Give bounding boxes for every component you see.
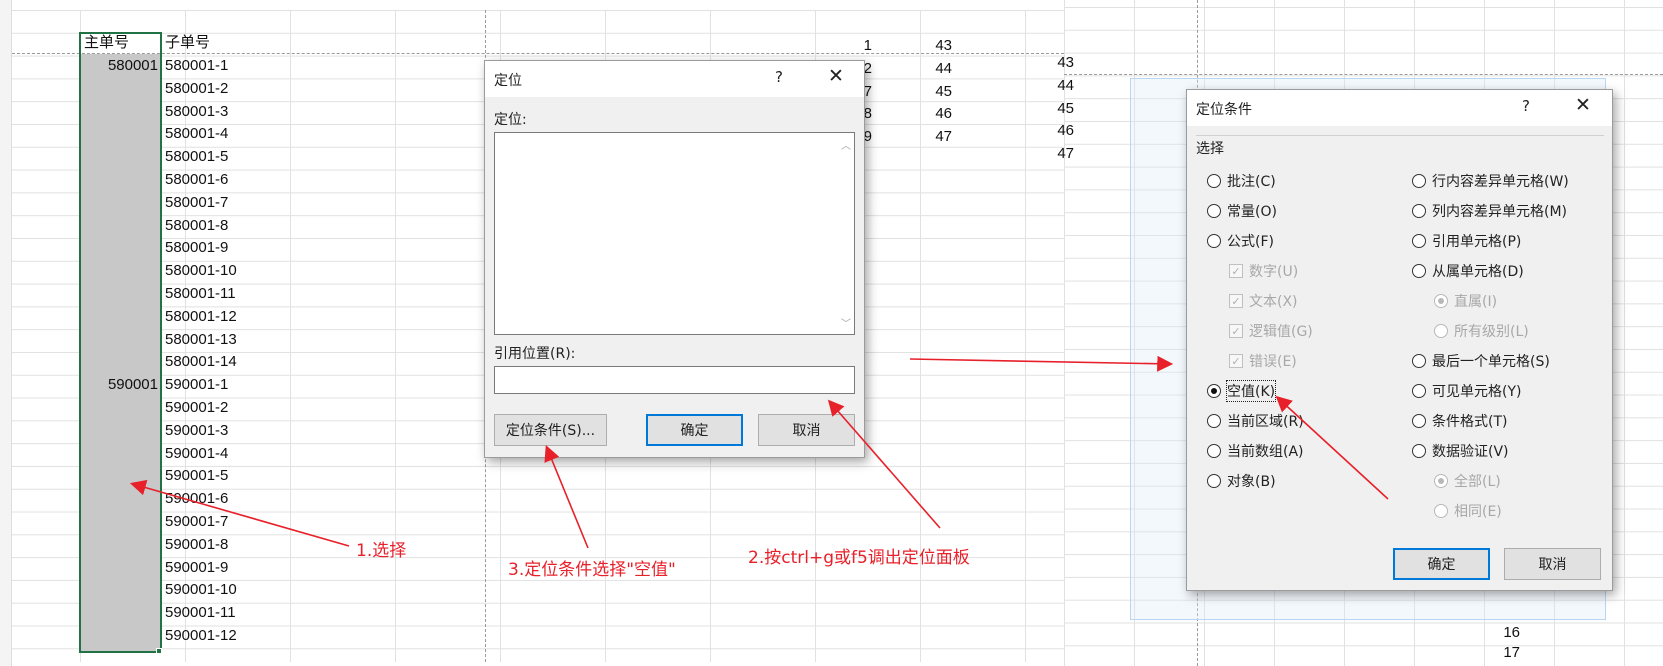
arrow-step1: [129, 479, 350, 547]
arrow-to-blank-option: [1275, 395, 1389, 500]
annotation-step1: 1.选择: [356, 541, 407, 561]
annotation-step2: 2.按ctrl+g或f5调出定位面板: [748, 548, 970, 568]
arrow-step3: [544, 445, 589, 549]
annotation-step3: 3.定位条件选择"空值": [508, 560, 676, 580]
screenshot-stage: 主单号 子单号 580001 590001 580001-1 580001-2 58…: [0, 0, 1663, 666]
arrow-step2: [827, 399, 941, 529]
arrow-to-special-dialog: [909, 355, 1174, 372]
